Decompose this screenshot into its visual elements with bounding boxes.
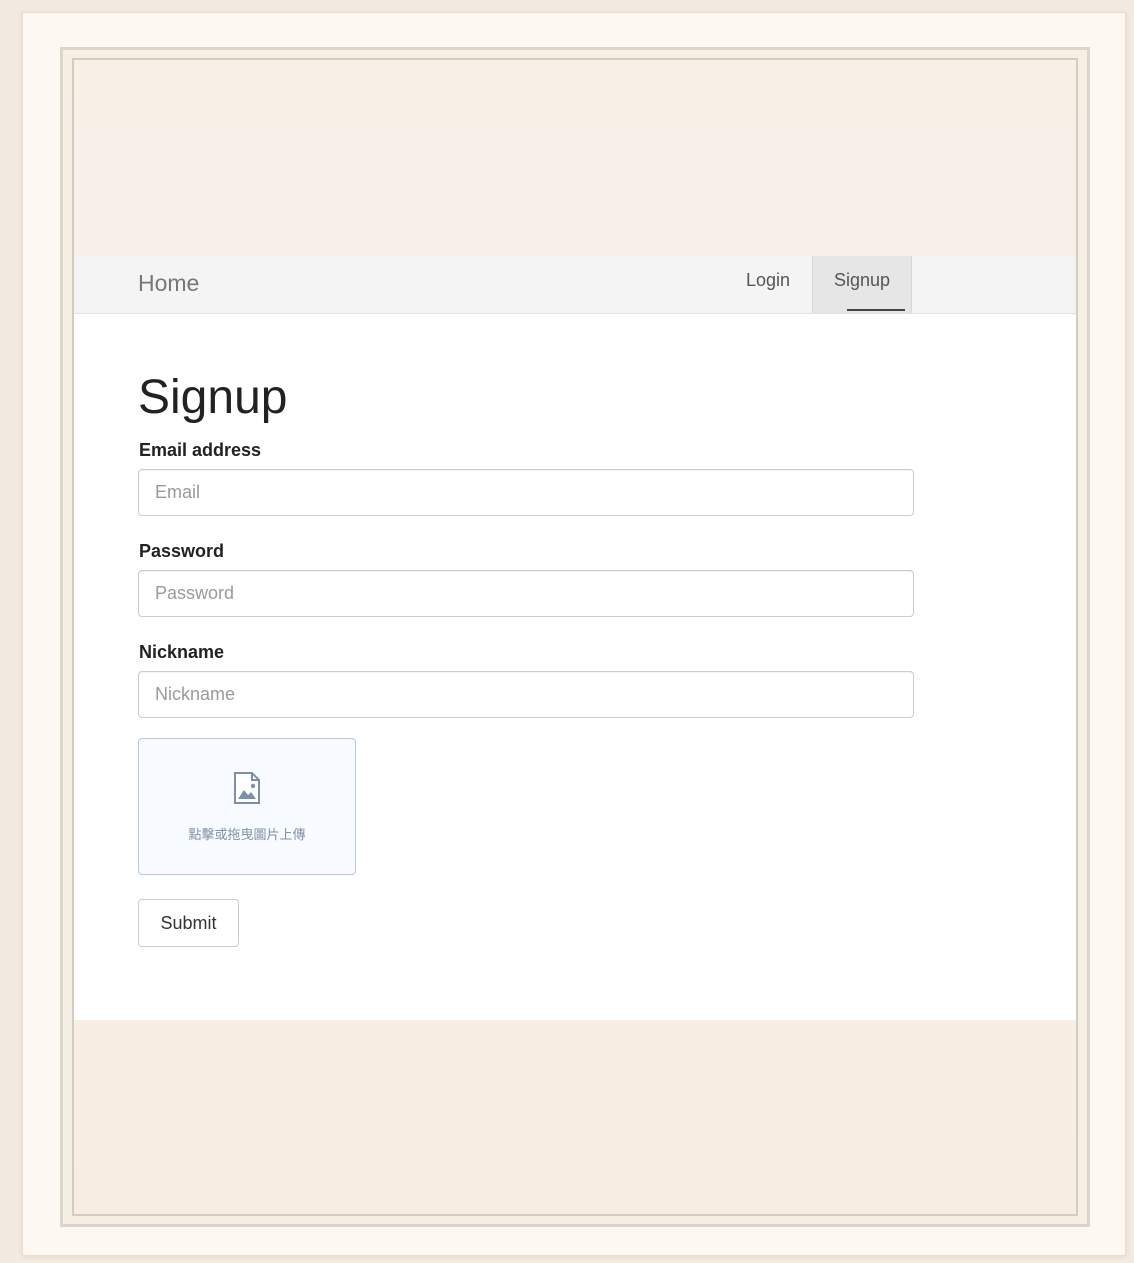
upload-hint-text: 點擊或拖曳圖片上傳 bbox=[188, 828, 306, 843]
nav-link-signup-label: Signup bbox=[833, 270, 891, 290]
page-title: Signup bbox=[138, 371, 288, 424]
submit-button[interactable]: Submit bbox=[138, 899, 239, 947]
password-label: Password bbox=[139, 541, 225, 561]
image-upload-dropzone[interactable]: 點擊或拖曳圖片上傳 bbox=[138, 738, 356, 875]
active-tab-indicator bbox=[847, 309, 905, 311]
email-input[interactable] bbox=[138, 469, 914, 516]
password-input[interactable] bbox=[138, 570, 914, 617]
email-label: Email address bbox=[139, 440, 262, 460]
nav-link-signup[interactable]: Signup bbox=[812, 256, 912, 313]
navbar-brand-home[interactable]: Home bbox=[138, 266, 199, 300]
browser-viewport: Home Login Signup Signup Email address P… bbox=[72, 58, 1078, 1216]
signup-content: Signup Email address Password Nickname 點… bbox=[74, 314, 1076, 1020]
nav-link-login[interactable]: Login bbox=[726, 256, 810, 313]
navbar: Home Login Signup bbox=[74, 256, 1076, 314]
image-icon bbox=[234, 772, 260, 804]
nickname-label: Nickname bbox=[139, 642, 225, 662]
nickname-input[interactable] bbox=[138, 671, 914, 718]
